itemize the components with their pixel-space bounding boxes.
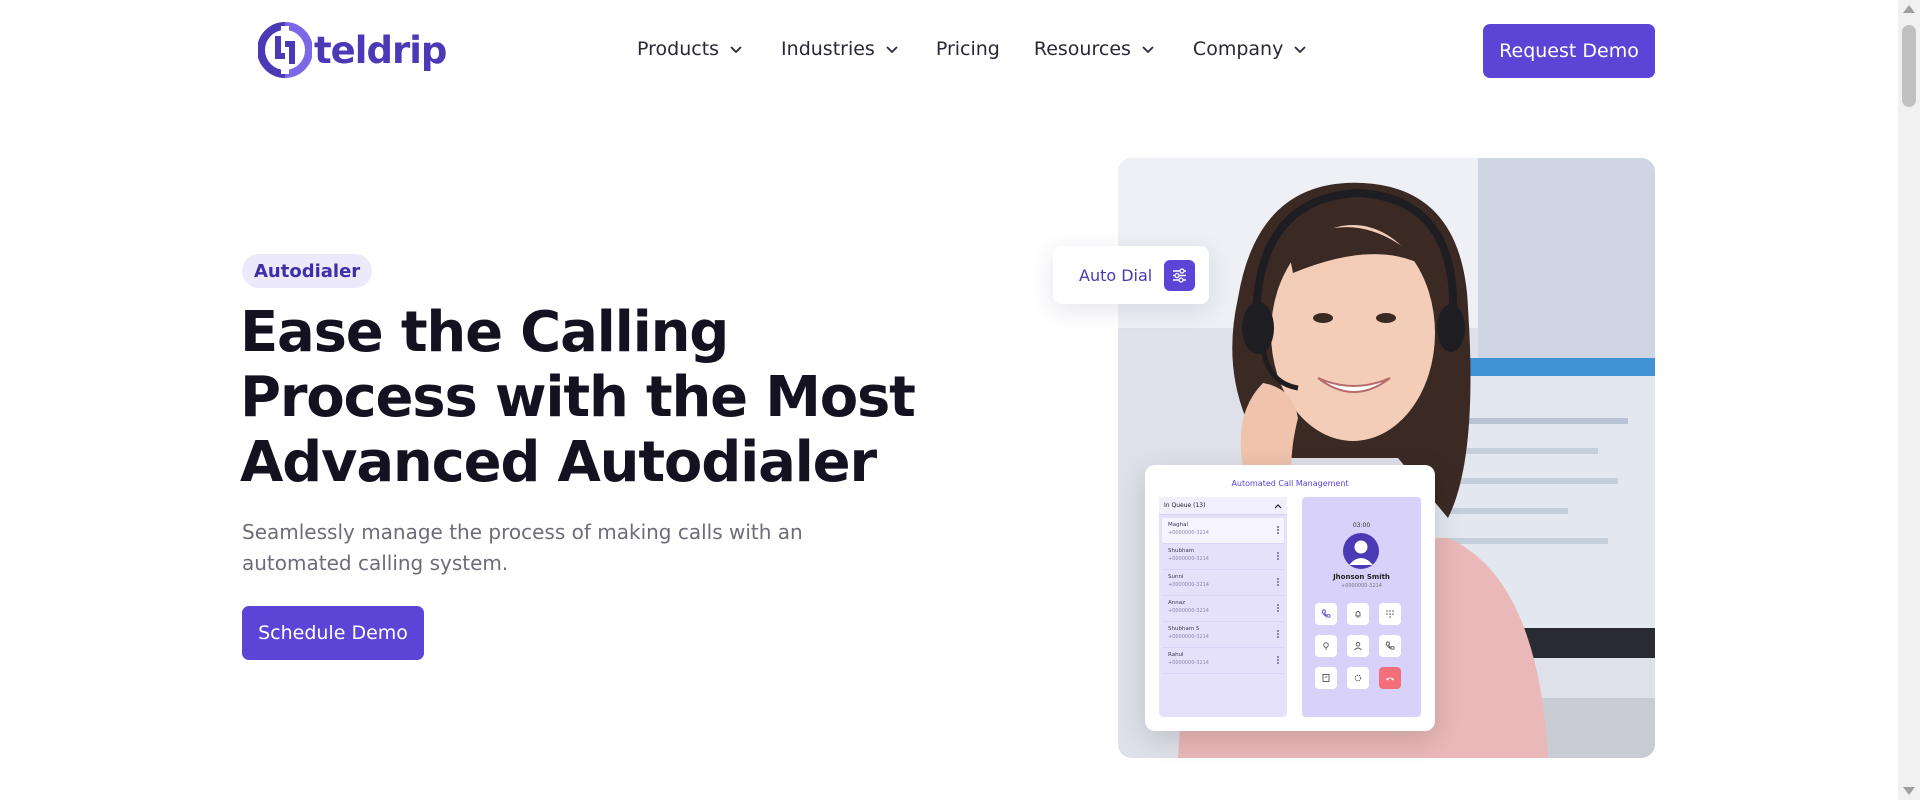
keypad-icon[interactable] <box>1379 603 1401 625</box>
scroll-down-arrow-icon[interactable] <box>1903 787 1915 795</box>
queue-header: In Queue (13) <box>1159 497 1287 515</box>
settings-icon[interactable] <box>1347 667 1369 689</box>
scroll-thumb[interactable] <box>1902 25 1916 107</box>
queue-number: +0000000-3214 <box>1168 634 1209 640</box>
chevron-up-icon <box>1274 503 1282 508</box>
nav-industries-label: Industries <box>781 38 875 60</box>
location-icon[interactable] <box>1315 635 1337 657</box>
teldrip-logo-icon <box>258 22 312 78</box>
call-management-card: Automated Call Management In Queue (13) … <box>1145 465 1435 731</box>
notes-icon[interactable] <box>1315 667 1337 689</box>
auto-dial-label: Auto Dial <box>1079 265 1153 285</box>
call-controls <box>1315 603 1411 689</box>
queue-number: +0000000-3214 <box>1168 582 1209 588</box>
caller-number: +0000000-3214 <box>1341 583 1382 589</box>
nav-resources[interactable]: Resources <box>1034 38 1156 60</box>
site-header: teldrip Products Industries Pricing Reso… <box>0 0 1898 102</box>
teldrip-logo[interactable]: teldrip <box>258 22 447 78</box>
phone-icon[interactable] <box>1315 603 1337 625</box>
queue-name: Sunni <box>1168 574 1184 580</box>
more-icon <box>1277 604 1279 612</box>
chevron-down-icon <box>886 46 898 54</box>
queue-panel: In Queue (13) Maghal +0000000-3214 Shubh… <box>1159 497 1287 717</box>
nav-industries[interactable]: Industries <box>781 38 900 60</box>
queue-name: Shubham <box>1168 548 1195 554</box>
call-forward-icon[interactable] <box>1379 635 1401 657</box>
request-demo-button[interactable]: Request Demo <box>1483 24 1655 78</box>
list-item: Maghal +0000000-3214 <box>1162 518 1284 544</box>
auto-dial-chip: Auto Dial <box>1053 246 1209 304</box>
list-item: Rahul +0000000-3214 <box>1162 648 1284 674</box>
nav-pricing-label: Pricing <box>935 38 1000 60</box>
more-icon <box>1277 630 1279 638</box>
more-icon <box>1277 578 1279 586</box>
page-scrollbar[interactable] <box>1898 0 1920 800</box>
nav-company[interactable]: Company <box>1193 38 1308 60</box>
main-nav: Products Industries Pricing Resources Co… <box>637 38 1308 60</box>
nav-resources-label: Resources <box>1033 38 1131 60</box>
queue-number: +0000000-3214 <box>1168 660 1209 666</box>
avatar <box>1343 533 1379 569</box>
active-call-panel: 03:00 Jhonson Smith +0000000-3214 <box>1302 497 1421 717</box>
more-icon <box>1277 552 1279 560</box>
more-icon <box>1277 656 1279 664</box>
nav-products-label: Products <box>637 38 720 60</box>
queue-number: +0000000-3214 <box>1168 556 1209 562</box>
queue-header-label: In Queue (13) <box>1164 502 1206 509</box>
call-timer: 03:00 <box>1352 522 1371 529</box>
user-avatar-icon <box>1349 540 1373 565</box>
logo-wordmark: teldrip <box>314 28 447 72</box>
user-icon[interactable] <box>1347 635 1369 657</box>
queue-name: Rahul <box>1168 652 1184 658</box>
list-item: Shubham +0000000-3214 <box>1162 544 1284 570</box>
chevron-down-icon <box>1294 46 1306 54</box>
queue-number: +0000000-3214 <box>1168 530 1209 536</box>
end-call-icon[interactable] <box>1379 667 1401 689</box>
hero-title: Ease the Calling Process with the Most A… <box>240 300 916 495</box>
scroll-up-arrow-icon[interactable] <box>1903 5 1915 13</box>
hero-subtitle: Seamlessly manage the process of making … <box>242 520 803 575</box>
list-item: Shubham S +0000000-3214 <box>1162 622 1284 648</box>
queue-name: Annaz <box>1168 600 1185 606</box>
sliders-icon <box>1164 260 1195 291</box>
queue-name: Shubham S <box>1168 626 1200 632</box>
nav-products[interactable]: Products <box>637 38 744 60</box>
schedule-demo-button[interactable]: Schedule Demo <box>242 606 424 660</box>
nav-pricing[interactable]: Pricing <box>936 38 1000 60</box>
list-item: Sunni +0000000-3214 <box>1162 570 1284 596</box>
queue-number: +0000000-3214 <box>1168 608 1209 614</box>
caller-name: Jhonson Smith <box>1333 573 1390 581</box>
chevron-down-icon <box>730 46 742 54</box>
nav-company-label: Company <box>1192 38 1284 60</box>
chevron-down-icon <box>1142 46 1154 54</box>
more-icon <box>1277 526 1279 534</box>
autodialer-badge: Autodialer <box>242 254 373 288</box>
list-item: Annaz +0000000-3214 <box>1162 596 1284 622</box>
card-title: Automated Call Management <box>1231 479 1349 488</box>
queue-name: Maghal <box>1168 522 1188 528</box>
bell-icon[interactable] <box>1347 603 1369 625</box>
